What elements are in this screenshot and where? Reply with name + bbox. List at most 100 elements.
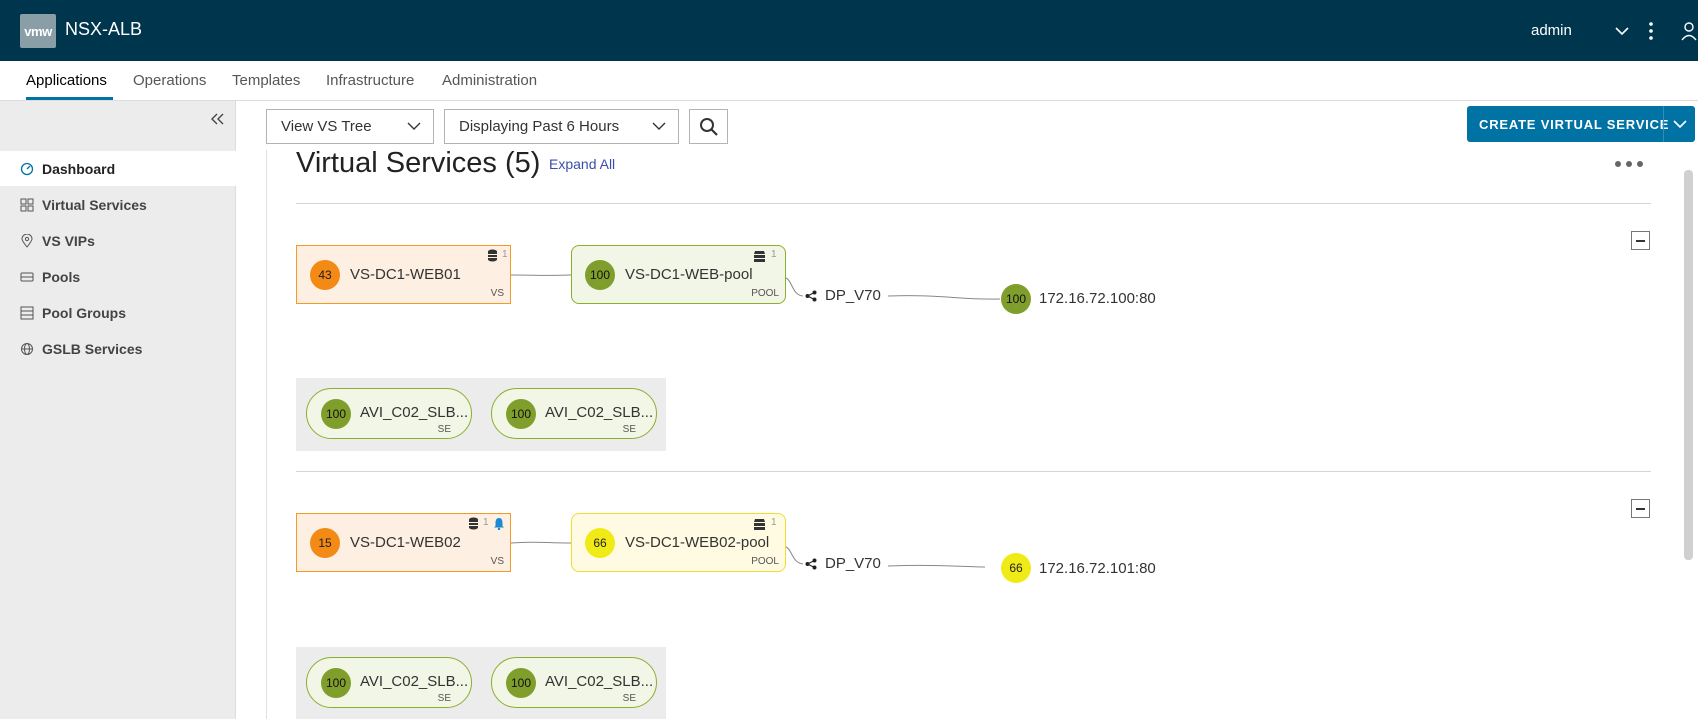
server-health-score: 100 (1001, 284, 1031, 314)
pool-name: VS-DC1-WEB-pool (625, 266, 753, 283)
node-type-label: VS (490, 556, 504, 567)
create-virtual-service-button[interactable]: CREATE VIRTUAL SERVICE (1467, 106, 1695, 142)
user-menu-label[interactable]: admin (1531, 22, 1572, 39)
sidebar-item-virtual-services[interactable]: Virtual Services (0, 187, 236, 222)
se-node[interactable]: 100 AVI_C02_SLB... SE (491, 388, 657, 439)
se-name: AVI_C02_SLB... (545, 404, 654, 421)
node-type-label: POOL (751, 288, 779, 299)
globe-icon (21, 342, 33, 355)
vs-name: VS-DC1-WEB01 (350, 266, 461, 283)
health-score: 100 (321, 668, 351, 698)
health-score: 15 (310, 528, 340, 558)
user-icon[interactable] (1680, 20, 1698, 42)
se-count: 1 (483, 517, 489, 528)
server-icon (20, 272, 34, 281)
database-icon (469, 517, 478, 530)
node-type-label: VS (490, 288, 504, 299)
network-share-icon (805, 558, 817, 570)
server-ip[interactable]: 172.16.72.100:80 (1039, 290, 1156, 307)
chevron-down-icon (652, 122, 666, 130)
health-score: 100 (506, 399, 536, 429)
sidebar-item-gslb-services[interactable]: GSLB Services (0, 331, 236, 366)
chevron-down-icon[interactable] (1612, 22, 1632, 40)
se-node[interactable]: 100 AVI_C02_SLB... SE (306, 388, 472, 439)
node-type-label: SE (437, 424, 451, 435)
network-label[interactable]: DP_V70 (825, 555, 881, 572)
collapse-tree-button[interactable] (1631, 499, 1650, 518)
create-button-label: CREATE VIRTUAL SERVICE (1479, 116, 1670, 132)
chevron-down-icon (407, 122, 421, 130)
pool-name: VS-DC1-WEB02-pool (625, 534, 770, 551)
se-count: 1 (502, 249, 508, 260)
main-nav: Applications Operations Templates Infras… (0, 61, 1698, 101)
database-icon (488, 249, 497, 262)
server-ip[interactable]: 172.16.72.101:80 (1039, 560, 1156, 577)
sidebar-item-vs-vips[interactable]: VS VIPs (0, 223, 236, 258)
top-header: vmw NSX-ALB admin (0, 0, 1698, 61)
health-score: 66 (585, 528, 615, 558)
scrollbar[interactable] (1684, 170, 1693, 560)
sidebar-item-label: GSLB Services (42, 340, 143, 357)
product-name: NSX-ALB (65, 19, 143, 39)
health-score: 100 (506, 668, 536, 698)
server-stack-icon (754, 519, 765, 530)
tab-administration[interactable]: Administration (442, 72, 537, 89)
more-vertical-icon[interactable] (1646, 20, 1656, 42)
server-health-score: 66 (1001, 553, 1031, 583)
sidebar-item-dashboard[interactable]: Dashboard (0, 151, 236, 186)
service-engine-group: 100 AVI_C02_SLB... SE 100 AVI_C02_SLB...… (296, 647, 666, 719)
node-type-label: POOL (751, 556, 779, 567)
sidebar-item-pool-groups[interactable]: Pool Groups (0, 295, 236, 330)
se-node[interactable]: 100 AVI_C02_SLB... SE (306, 657, 472, 708)
tab-templates[interactable]: Templates (232, 72, 300, 89)
vs-name: VS-DC1-WEB02 (350, 534, 461, 551)
vmware-logo: vmw (20, 14, 56, 48)
list-icon (20, 306, 34, 319)
view-select-value: View VS Tree (281, 118, 372, 135)
divider (296, 203, 1651, 204)
collapse-sidebar-icon[interactable] (208, 109, 228, 129)
tab-infrastructure[interactable]: Infrastructure (326, 72, 414, 89)
sidebar: Dashboard Virtual Services VS VIPs Pools… (0, 101, 236, 719)
health-score: 100 (585, 260, 615, 290)
server-count: 1 (771, 517, 777, 528)
vs-node[interactable]: 15 VS-DC1-WEB02 1 VS (296, 513, 511, 572)
se-node[interactable]: 100 AVI_C02_SLB... SE (491, 657, 657, 708)
time-range-select[interactable]: Displaying Past 6 Hours (444, 109, 679, 144)
se-name: AVI_C02_SLB... (545, 673, 654, 690)
sidebar-item-label: Dashboard (42, 160, 116, 177)
button-separator (1663, 106, 1664, 142)
tab-operations[interactable]: Operations (133, 72, 206, 89)
page-title: Virtual Services (5) (296, 147, 541, 179)
sidebar-item-label: Pool Groups (42, 304, 126, 321)
active-tab-indicator (26, 97, 113, 100)
expand-all-link[interactable]: Expand All (549, 156, 615, 172)
sidebar-item-label: VS VIPs (42, 232, 95, 249)
se-name: AVI_C02_SLB... (360, 404, 469, 421)
search-button[interactable] (689, 109, 728, 144)
alert-bell-icon[interactable] (493, 517, 505, 530)
dashboard-icon (20, 162, 34, 175)
network-label[interactable]: DP_V70 (825, 287, 881, 304)
grid-icon (20, 198, 34, 211)
sidebar-item-pools[interactable]: Pools (0, 259, 236, 294)
pool-node[interactable]: 66 VS-DC1-WEB02-pool 1 POOL (571, 513, 786, 572)
server-count: 1 (771, 249, 777, 260)
sidebar-item-label: Pools (42, 268, 81, 285)
node-type-label: SE (622, 693, 636, 704)
health-score: 100 (321, 399, 351, 429)
se-name: AVI_C02_SLB... (360, 673, 469, 690)
search-icon (699, 117, 718, 136)
node-type-label: SE (622, 424, 636, 435)
server-stack-icon (754, 251, 765, 262)
sidebar-item-label: Virtual Services (42, 196, 147, 213)
service-engine-group: 100 AVI_C02_SLB... SE 100 AVI_C02_SLB...… (296, 378, 666, 451)
more-options-icon[interactable] (1614, 158, 1644, 170)
view-select[interactable]: View VS Tree (266, 109, 434, 144)
collapse-tree-button[interactable] (1631, 231, 1650, 250)
tab-applications[interactable]: Applications (26, 72, 107, 89)
pool-node[interactable]: 100 VS-DC1-WEB-pool 1 POOL (571, 245, 786, 304)
chevron-down-icon[interactable] (1673, 119, 1687, 129)
health-score: 43 (310, 260, 340, 290)
vs-node[interactable]: 43 VS-DC1-WEB01 1 VS (296, 245, 511, 304)
